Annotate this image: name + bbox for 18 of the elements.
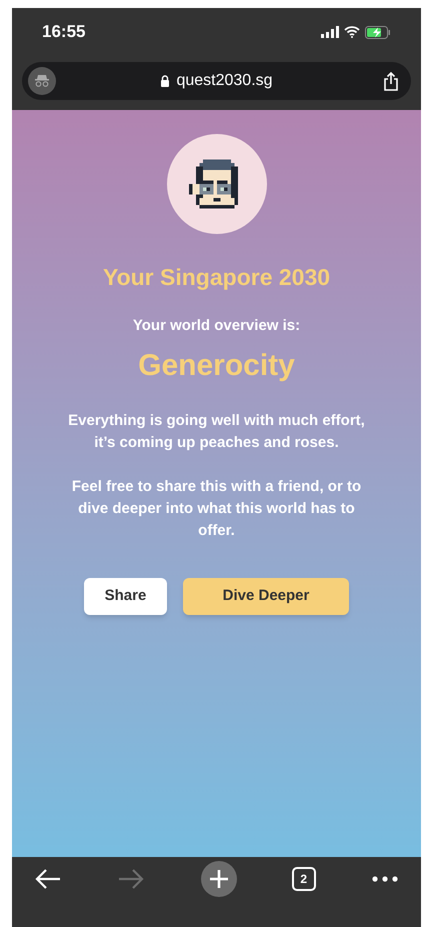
battery-charging-icon [365, 26, 391, 38]
wifi-icon [344, 26, 360, 38]
lock-icon [160, 75, 170, 87]
description-paragraph: Everything is going well with much effort, it’s coming up peaches and roses. [67, 411, 366, 453]
tab-count-button[interactable]: 2 [292, 867, 316, 891]
page-title: Your Singapore 2030 [102, 263, 330, 292]
url-text[interactable]: quest2030.sg [176, 69, 273, 93]
status-time: 16:55 [42, 21, 86, 44]
overview-result: Generocity [138, 348, 295, 384]
overview-label: Your world overview is: [132, 316, 300, 336]
new-tab-button[interactable] [200, 861, 236, 897]
back-arrow-icon[interactable] [34, 867, 62, 891]
plus-icon [208, 868, 230, 890]
share-button[interactable]: Share [84, 578, 167, 615]
description-paragraph: Feel free to share this with a friend, or to dive deeper into what this world has to offer. [70, 477, 362, 541]
signal-icon [321, 26, 339, 38]
dive-deeper-button[interactable]: Dive Deeper [183, 578, 349, 615]
incognito-icon[interactable] [28, 67, 56, 95]
